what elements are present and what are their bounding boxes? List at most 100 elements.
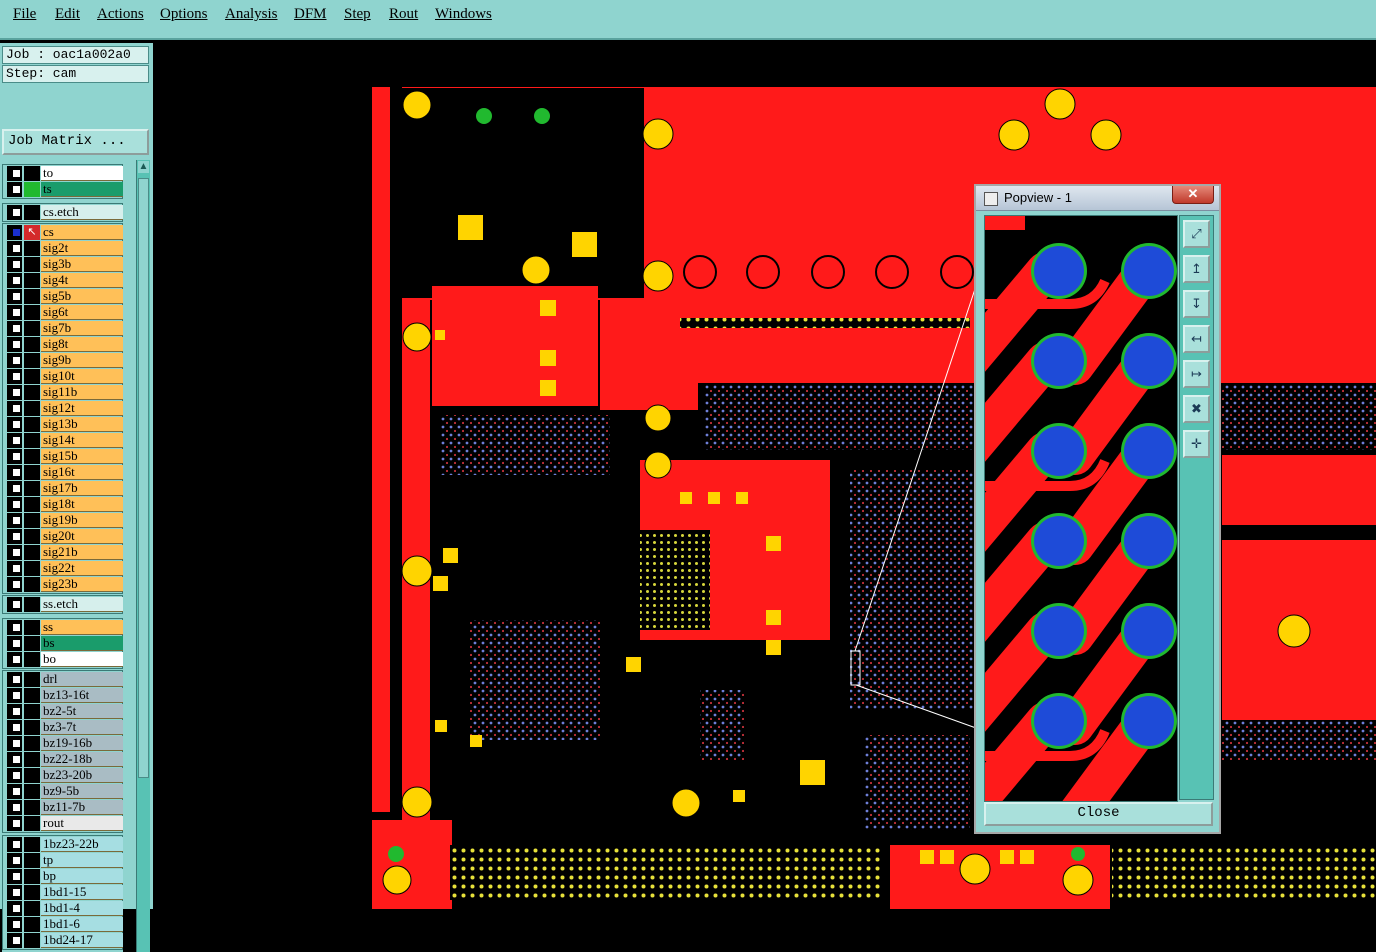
layer-checkbox[interactable] [7,513,22,528]
layer-checkbox[interactable] [7,182,22,197]
layer-checkbox[interactable] [7,417,22,432]
layer-checkbox[interactable] [7,305,22,320]
layer-row-bs[interactable]: bs [5,636,123,651]
layer-row-sig21b[interactable]: sig21b [5,545,123,560]
layer-checkbox[interactable] [7,337,22,352]
layer-row-1bd24-17[interactable]: 1bd24-17 [5,933,123,948]
layer-row-ss.etch[interactable]: ss.etch [5,597,123,612]
layer-checkbox[interactable] [7,597,22,612]
layer-checkbox[interactable] [7,933,22,948]
layer-row-bz13-16t[interactable]: bz13-16t [5,688,123,703]
close-icon[interactable]: ✕ [1172,186,1214,204]
layer-row-sig6t[interactable]: sig6t [5,305,123,320]
zoom-in-icon[interactable]: ✖ [1183,395,1210,423]
layer-row-ts[interactable]: ts [5,182,123,197]
pan-left-icon[interactable]: ↤ [1183,325,1210,353]
layer-row-bz22-18b[interactable]: bz22-18b [5,752,123,767]
layer-row-sig19b[interactable]: sig19b [5,513,123,528]
layer-checkbox[interactable] [7,736,22,751]
layer-row-cs[interactable]: ↖ cs [5,225,123,240]
layer-checkbox[interactable] [7,636,22,651]
layer-checkbox[interactable] [7,401,22,416]
layer-checkbox[interactable] [7,529,22,544]
layer-checkbox[interactable] [7,561,22,576]
layer-row-drl[interactable]: drl [5,672,123,687]
layer-checkbox[interactable] [7,353,22,368]
layer-row-rout[interactable]: rout [5,816,123,831]
layer-checkbox[interactable] [7,321,22,336]
layer-checkbox[interactable] [7,225,22,240]
layer-row-1bz23-22b[interactable]: 1bz23-22b [5,837,123,852]
layer-checkbox[interactable] [7,652,22,667]
layer-row-sig8t[interactable]: sig8t [5,337,123,352]
layer-row-sig7b[interactable]: sig7b [5,321,123,336]
close-button[interactable]: Close [984,802,1213,826]
layer-checkbox[interactable] [7,853,22,868]
layer-checkbox[interactable] [7,385,22,400]
menu-actions[interactable]: Actions [97,6,144,23]
menu-dfm[interactable]: DFM [294,6,327,23]
layer-row-bz3-7t[interactable]: bz3-7t [5,720,123,735]
layer-row-bp[interactable]: bp [5,869,123,884]
pan-down-icon[interactable]: ↧ [1183,290,1210,318]
layer-row-sig5b[interactable]: sig5b [5,289,123,304]
layer-checkbox[interactable] [7,545,22,560]
layer-checkbox[interactable] [7,688,22,703]
layer-checkbox[interactable] [7,497,22,512]
layer-row-bz2-5t[interactable]: bz2-5t [5,704,123,719]
popview-window[interactable]: Popview - 1 ✕ ⤢ ↥ ↧ ↤ ↦ ✖ ✛ Close [974,184,1221,834]
layer-checkbox[interactable] [7,784,22,799]
layer-row-sig14t[interactable]: sig14t [5,433,123,448]
popview-titlebar[interactable]: Popview - 1 ✕ [976,186,1219,211]
layer-row-1bd1-15[interactable]: 1bd1-15 [5,885,123,900]
menu-rout[interactable]: Rout [389,6,418,23]
layer-row-sig2t[interactable]: sig2t [5,241,123,256]
layer-checkbox[interactable] [7,720,22,735]
layer-checkbox[interactable] [7,752,22,767]
layer-checkbox[interactable] [7,449,22,464]
layer-row-sig4t[interactable]: sig4t [5,273,123,288]
layer-row-sig17b[interactable]: sig17b [5,481,123,496]
layer-checkbox[interactable] [7,481,22,496]
layer-checkbox[interactable] [7,289,22,304]
layer-row-sig3b[interactable]: sig3b [5,257,123,272]
menu-windows[interactable]: Windows [435,6,492,23]
layer-checkbox[interactable] [7,885,22,900]
layer-row-sig13b[interactable]: sig13b [5,417,123,432]
scroll-up-icon[interactable]: ▲ [138,161,149,173]
layer-row-sig12t[interactable]: sig12t [5,401,123,416]
layer-checkbox[interactable] [7,205,22,220]
job-matrix-button[interactable]: Job Matrix ... [2,129,149,155]
layer-checkbox[interactable] [7,166,22,181]
layer-row-sig15b[interactable]: sig15b [5,449,123,464]
layer-checkbox[interactable] [7,465,22,480]
layer-checkbox[interactable] [7,620,22,635]
layer-row-sig11b[interactable]: sig11b [5,385,123,400]
layer-row-ss[interactable]: ss [5,620,123,635]
zoom-out-icon[interactable]: ✛ [1183,430,1210,458]
layer-checkbox[interactable] [7,433,22,448]
layer-row-sig23b[interactable]: sig23b [5,577,123,592]
pan-up-icon[interactable]: ↥ [1183,255,1210,283]
layer-checkbox[interactable] [7,577,22,592]
layer-checkbox[interactable] [7,816,22,831]
zoom-fit-icon[interactable]: ⤢ [1183,220,1210,248]
layer-row-sig9b[interactable]: sig9b [5,353,123,368]
layer-checkbox[interactable] [7,241,22,256]
layer-checkbox[interactable] [7,257,22,272]
layer-checkbox[interactable] [7,800,22,815]
popview-zoom-view[interactable] [984,215,1178,802]
layer-checkbox[interactable] [7,917,22,932]
layer-row-sig22t[interactable]: sig22t [5,561,123,576]
layer-checkbox[interactable] [7,369,22,384]
layer-row-sig18t[interactable]: sig18t [5,497,123,512]
layer-row-sig20t[interactable]: sig20t [5,529,123,544]
layer-checkbox[interactable] [7,672,22,687]
layer-row-to[interactable]: to [5,166,123,181]
layer-row-bo[interactable]: bo [5,652,123,667]
layer-checkbox[interactable] [7,869,22,884]
layer-checkbox[interactable] [7,837,22,852]
layer-row-sig16t[interactable]: sig16t [5,465,123,480]
layer-checkbox[interactable] [7,273,22,288]
layer-row-cs.etch[interactable]: cs.etch [5,205,123,220]
